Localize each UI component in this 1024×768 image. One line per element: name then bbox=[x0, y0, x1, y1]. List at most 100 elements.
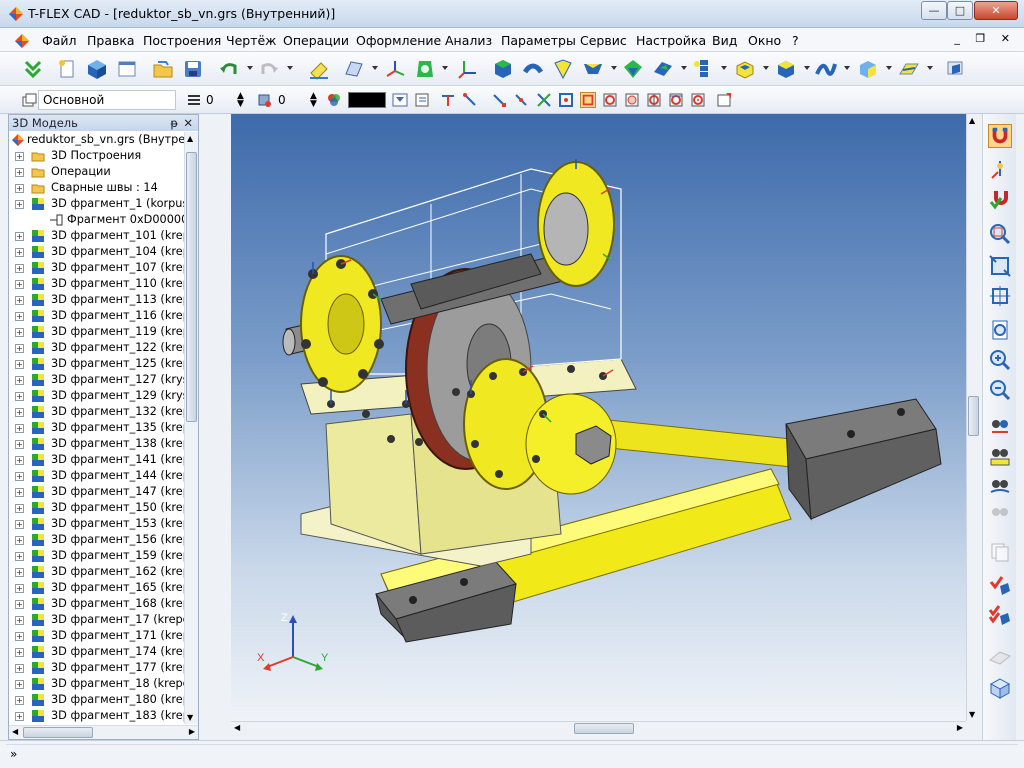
new-document-icon[interactable] bbox=[56, 58, 78, 80]
scroll-left-arrow[interactable]: ◀ bbox=[12, 727, 18, 736]
section-icon[interactable] bbox=[988, 646, 1012, 670]
viewport-vscroll-thumb[interactable] bbox=[968, 396, 979, 436]
menu-edit[interactable]: Правка bbox=[87, 33, 135, 48]
tree-vertical-scrollbar[interactable]: ▲ ▼ bbox=[184, 132, 198, 724]
fit-view-icon[interactable] bbox=[988, 284, 1012, 308]
copy-pages-icon[interactable] bbox=[988, 540, 1012, 564]
viewport-horizontal-scrollbar[interactable]: ◀ ▶ bbox=[231, 721, 966, 735]
expand-toggle[interactable]: + bbox=[15, 424, 24, 433]
menu-service[interactable]: Сервис bbox=[580, 33, 627, 48]
expand-toggle[interactable]: + bbox=[15, 632, 24, 641]
zoom-page-icon[interactable] bbox=[988, 318, 1012, 342]
tree-item[interactable]: +3D фрагмент_174 (krepezh bbox=[9, 644, 185, 660]
zoom-all-icon[interactable] bbox=[988, 254, 1012, 278]
close-button[interactable]: ✕ bbox=[974, 1, 1018, 20]
tree-item[interactable]: +3D фрагмент_159 (krepezh bbox=[9, 548, 185, 564]
menu-parameters[interactable]: Параметры bbox=[501, 33, 576, 48]
tree-item[interactable]: +3D фрагмент_183 (krepezh bbox=[9, 708, 185, 724]
tree-item[interactable]: +3D фрагмент_138 (krepezh bbox=[9, 436, 185, 452]
tree-item[interactable]: +3D фрагмент_122 (krepezh bbox=[9, 340, 185, 356]
chamfer-dropdown[interactable] bbox=[804, 66, 810, 70]
magnet-check-icon[interactable] bbox=[988, 188, 1012, 212]
shell-icon[interactable] bbox=[734, 58, 756, 80]
view-options-icon[interactable] bbox=[944, 58, 966, 80]
expand-toggle[interactable]: + bbox=[15, 680, 24, 689]
expand-toggle[interactable]: + bbox=[15, 504, 24, 513]
menu-constructions[interactable]: Построения bbox=[143, 33, 221, 48]
redo-dropdown[interactable] bbox=[287, 66, 293, 70]
expand-toggle[interactable]: + bbox=[15, 456, 24, 465]
tree-item[interactable]: +3D фрагмент_135 (krepezh bbox=[9, 420, 185, 436]
status-arrow-icon[interactable]: » bbox=[10, 747, 17, 761]
scroll-thumb[interactable] bbox=[186, 152, 197, 422]
profile-icon[interactable] bbox=[414, 58, 436, 80]
boolean-icon[interactable] bbox=[622, 58, 644, 80]
new-3d-model-icon[interactable] bbox=[86, 58, 108, 80]
expand-toggle[interactable]: + bbox=[15, 296, 24, 305]
tree-item[interactable]: +3D фрагмент_116 (krepezh bbox=[9, 308, 185, 324]
expand-toggle[interactable]: + bbox=[15, 152, 24, 161]
tree-item[interactable]: +3D фрагмент_177 (krepezh bbox=[9, 660, 185, 676]
grip-check-icon[interactable] bbox=[22, 58, 44, 80]
surface-dropdown[interactable] bbox=[844, 66, 850, 70]
array-dropdown[interactable] bbox=[721, 66, 727, 70]
expand-toggle[interactable]: + bbox=[15, 600, 24, 609]
tree-item[interactable]: +3D фрагмент_113 (krepezh bbox=[9, 292, 185, 308]
expand-toggle[interactable]: + bbox=[15, 232, 24, 241]
snap-tangent-icon[interactable] bbox=[668, 92, 684, 108]
expand-toggle[interactable]: + bbox=[15, 712, 24, 721]
tree-item[interactable]: +3D фрагмент_18 (krepezh. bbox=[9, 676, 185, 692]
tree-item[interactable]: +3D фрагмент_144 (krepezh bbox=[9, 468, 185, 484]
tree-item[interactable]: +3D фрагмент_150 (krepezh bbox=[9, 500, 185, 516]
fillet-dropdown[interactable] bbox=[681, 66, 687, 70]
sheet-metal-dropdown[interactable] bbox=[927, 66, 933, 70]
expand-toggle[interactable]: + bbox=[15, 472, 24, 481]
expand-toggle[interactable]: + bbox=[15, 312, 24, 321]
tree-item[interactable]: +3D фрагмент_101 (krepezh bbox=[9, 228, 185, 244]
sweep-icon[interactable] bbox=[582, 58, 604, 80]
tree-item[interactable]: +3D фрагмент_129 (kryshka bbox=[9, 388, 185, 404]
rotate-icon[interactable] bbox=[522, 58, 544, 80]
gearbox-model[interactable] bbox=[231, 114, 966, 721]
snap-arc-icon[interactable] bbox=[624, 92, 640, 108]
snap-settings-icon[interactable] bbox=[716, 92, 732, 108]
expand-toggle[interactable]: + bbox=[15, 696, 24, 705]
menu-help[interactable]: ? bbox=[792, 33, 799, 48]
tree-item[interactable]: +3D фрагмент_147 (krepezh bbox=[9, 484, 185, 500]
sweep-dropdown[interactable] bbox=[611, 66, 617, 70]
snap-circle-icon[interactable] bbox=[602, 92, 618, 108]
tree-item[interactable]: +3D фрагмент_107 (krepezh bbox=[9, 260, 185, 276]
scroll-down-arrow[interactable]: ▼ bbox=[187, 713, 193, 722]
panel-close-icon[interactable]: ✕ bbox=[183, 115, 193, 131]
priority-spinner[interactable]: ▲ ▼ bbox=[237, 92, 244, 109]
select-element-icon[interactable] bbox=[988, 158, 1012, 182]
check-assembly-icon[interactable] bbox=[988, 604, 1012, 628]
shell-dropdown[interactable] bbox=[763, 66, 769, 70]
expand-toggle[interactable]: + bbox=[15, 264, 24, 273]
expand-toggle[interactable]: + bbox=[15, 584, 24, 593]
snap-icon[interactable] bbox=[440, 92, 456, 108]
menu-formatting[interactable]: Оформление bbox=[356, 33, 441, 48]
snap-point-icon[interactable] bbox=[690, 92, 706, 108]
snap-middle-icon[interactable] bbox=[514, 92, 530, 108]
save-icon[interactable] bbox=[182, 58, 204, 80]
expand-toggle[interactable]: + bbox=[15, 376, 24, 385]
snap-face-icon[interactable] bbox=[580, 92, 596, 108]
undo-icon[interactable] bbox=[218, 58, 240, 80]
tree-item[interactable]: +3D фрагмент_180 (krepezh bbox=[9, 692, 185, 708]
layer-combo[interactable]: Основной bbox=[38, 90, 176, 110]
zoom-window-icon[interactable] bbox=[988, 222, 1012, 246]
eraser-icon[interactable] bbox=[308, 58, 330, 80]
menu-file[interactable]: Файл bbox=[42, 33, 77, 48]
scroll-right-arrow[interactable]: ▶ bbox=[189, 727, 195, 736]
expand-toggle[interactable]: + bbox=[15, 344, 24, 353]
expand-toggle[interactable]: + bbox=[15, 552, 24, 561]
tree-item[interactable]: +3D фрагмент_168 (krepezh bbox=[9, 596, 185, 612]
expand-toggle[interactable]: + bbox=[15, 328, 24, 337]
body-icon[interactable] bbox=[857, 58, 879, 80]
tree-item[interactable]: +3D фрагмент_125 (krepezh bbox=[9, 356, 185, 372]
tree-item[interactable]: +3D фрагмент_1 (korpus_ve bbox=[9, 196, 185, 212]
menu-analysis[interactable]: Анализ bbox=[445, 33, 492, 48]
magnet-select-icon[interactable] bbox=[988, 124, 1012, 148]
tree-item[interactable]: Фрагмент 0xD000008 bbox=[9, 212, 185, 228]
